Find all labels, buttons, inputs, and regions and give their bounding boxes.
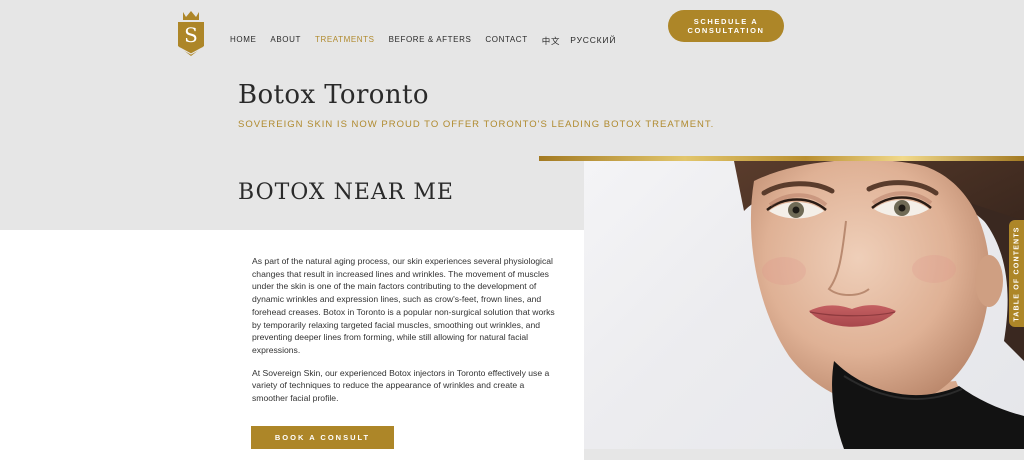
woman-portrait-image <box>734 161 1024 449</box>
table-of-contents-tab[interactable]: TABLE OF CONTENTS <box>1009 220 1024 327</box>
main-nav: HOME ABOUT TREATMENTS BEFORE & AFTERS CO… <box>230 35 626 47</box>
nav-lang-chinese[interactable]: 中文 <box>542 35 561 47</box>
logo[interactable]: S <box>176 10 206 58</box>
nav-lang-russian[interactable]: РУССКИЙ <box>570 35 616 47</box>
toc-label: TABLE OF CONTENTS <box>1013 225 1020 322</box>
nav-treatments[interactable]: TREATMENTS <box>315 35 375 47</box>
nav-about[interactable]: ABOUT <box>270 35 301 47</box>
schedule-consultation-button[interactable]: SCHEDULE A CONSULTATION <box>668 10 784 42</box>
section-heading: BOTOX NEAR ME <box>238 180 454 205</box>
page-title: Botox Toronto <box>238 80 429 110</box>
site-header: S HOME ABOUT TREATMENTS BEFORE & AFTERS … <box>0 0 1024 80</box>
logo-letter: S <box>184 23 198 47</box>
cta-line-2: CONSULTATION <box>687 26 765 35</box>
nav-before-afters[interactable]: BEFORE & AFTERS <box>389 35 472 47</box>
crown-shield-icon: S <box>178 11 204 56</box>
paragraph-2: At Sovereign Skin, our experienced Botox… <box>252 367 550 404</box>
cta-line-1: SCHEDULE A <box>693 17 759 26</box>
book-consult-button[interactable]: BOOK A CONSULT <box>251 426 394 449</box>
body-text: As part of the natural aging process, ou… <box>252 255 562 415</box>
paragraph-1: As part of the natural aging process, ou… <box>252 256 555 355</box>
nav-contact[interactable]: CONTACT <box>485 35 527 47</box>
nav-home[interactable]: HOME <box>230 35 256 47</box>
page-subtitle: SOVEREIGN SKIN IS NOW PROUD TO OFFER TOR… <box>238 119 715 130</box>
hero-image <box>584 161 1024 449</box>
